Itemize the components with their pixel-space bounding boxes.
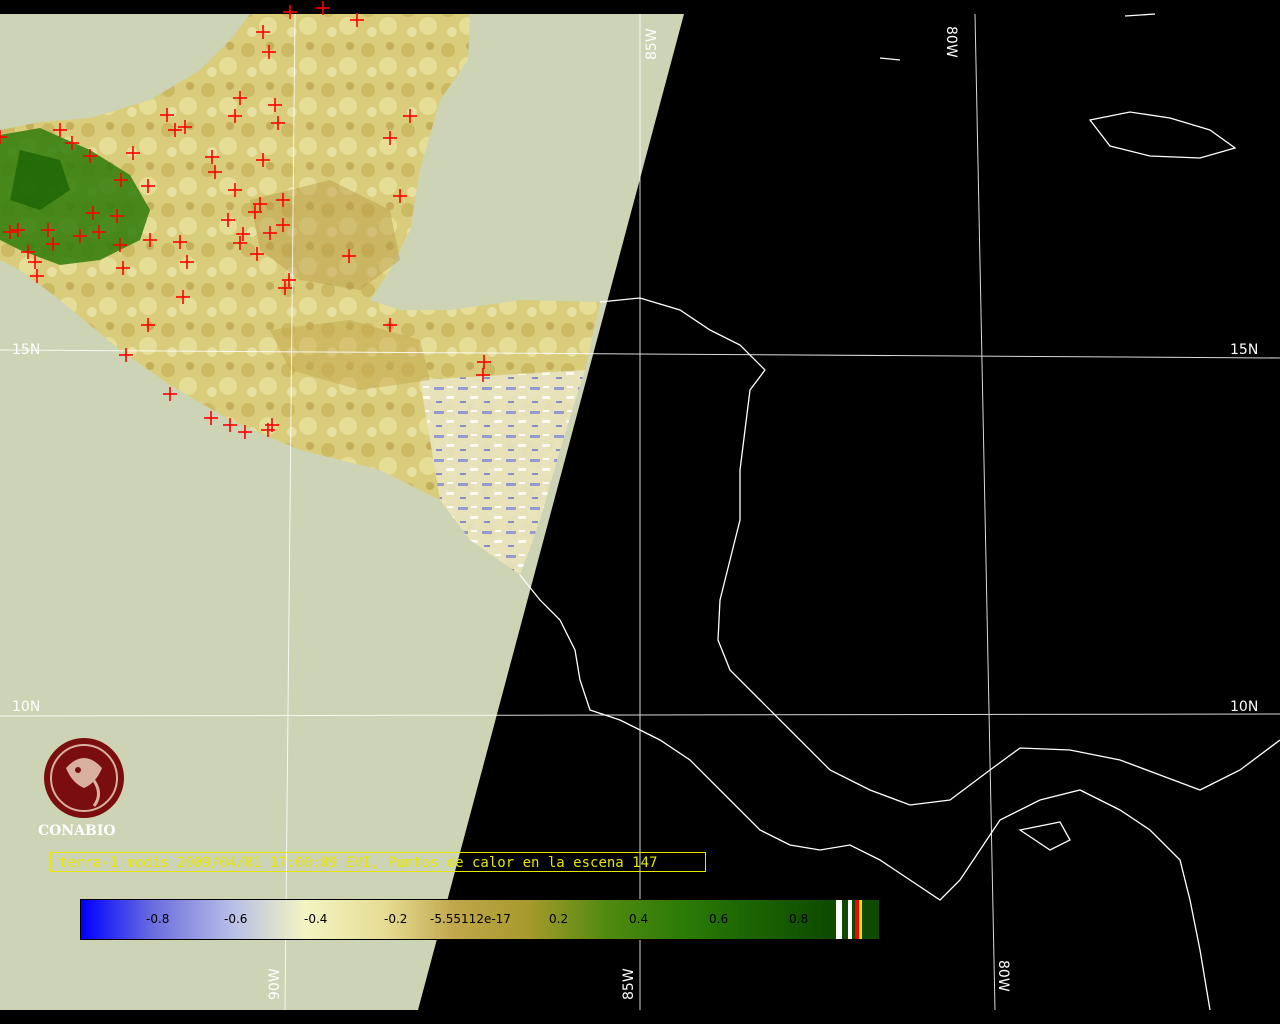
lon-label-80w-top: 80W xyxy=(943,26,959,58)
colorbar-tick: -0.4 xyxy=(304,912,328,926)
scene-caption: terra-1 modis 2009/04/01 17:00:09 EVI, P… xyxy=(50,852,706,872)
colorbar-tick: -0.2 xyxy=(384,912,408,926)
colorbar-tick: 0.6 xyxy=(709,912,729,926)
lat-label-15n-right: 15N xyxy=(1230,342,1259,358)
lon-label-90w-bottom: 90W xyxy=(267,968,283,1000)
colorbar-swatch-white xyxy=(848,900,852,939)
colorbar-tick: -0.8 xyxy=(146,912,170,926)
conabio-logo-icon xyxy=(44,738,124,818)
lat-label-15n-left: 15N xyxy=(12,342,41,358)
lat-label-10n-right: 10N xyxy=(1230,699,1259,715)
logo-text: CONABIO xyxy=(38,823,116,839)
colorbar-tick: -0.6 xyxy=(224,912,248,926)
colorbar-tick: 0.8 xyxy=(789,912,809,926)
lon-label-80w-bottom: 80W xyxy=(995,960,1011,992)
colorbar-tick: -5.55112e-17 xyxy=(430,912,511,926)
lat-label-10n-left: 10N xyxy=(12,699,41,715)
lon-label-85w-top: 85W xyxy=(644,28,660,60)
colorbar-tick: 0.4 xyxy=(629,912,649,926)
lon-label-85w-bottom: 85W xyxy=(621,968,637,1000)
colorbar-swatch-caption xyxy=(859,900,862,939)
map-viewer: 15N 15N 10N 10N 85W 80W 85W 90W 80W CONA… xyxy=(0,0,1280,1024)
hotspot-marker xyxy=(316,1,330,15)
colorbar-swatch-cloud xyxy=(836,900,842,939)
colorbar-tick: 0.2 xyxy=(549,912,569,926)
